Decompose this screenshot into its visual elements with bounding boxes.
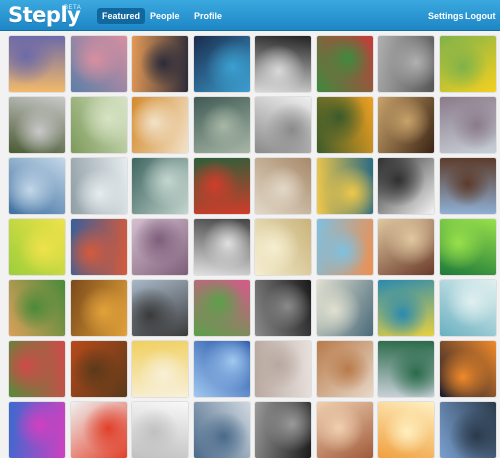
photo-thumbnail[interactable] [378, 97, 434, 153]
photo-thumbnail[interactable] [132, 402, 188, 458]
photo-thumbnail[interactable] [378, 402, 434, 458]
nav-featured[interactable]: Featured [97, 8, 146, 24]
photo-thumbnail[interactable] [378, 158, 434, 214]
photo-thumbnail[interactable] [9, 219, 65, 275]
photo-thumbnail[interactable] [132, 341, 188, 397]
photo-thumbnail[interactable] [255, 341, 311, 397]
photo-thumbnail[interactable] [9, 280, 65, 336]
photo-thumbnail[interactable] [317, 97, 373, 153]
photo-thumbnail[interactable] [132, 158, 188, 214]
photo-thumbnail[interactable] [255, 219, 311, 275]
photo-thumbnail[interactable] [255, 97, 311, 153]
nav-settings[interactable]: Settings [428, 9, 464, 23]
photo-thumbnail[interactable] [71, 219, 127, 275]
photo-thumbnail[interactable] [194, 219, 250, 275]
photo-thumbnail[interactable] [378, 219, 434, 275]
beta-badge: BETA [64, 5, 82, 11]
photo-thumbnail[interactable] [255, 402, 311, 458]
photo-thumbnail[interactable] [378, 280, 434, 336]
photo-thumbnail[interactable] [71, 36, 127, 92]
photo-thumbnail[interactable] [440, 158, 496, 214]
photo-thumbnail[interactable] [132, 36, 188, 92]
nav-logout[interactable]: Logout [465, 9, 496, 23]
photo-thumbnail[interactable] [317, 402, 373, 458]
photo-thumbnail[interactable] [440, 402, 496, 458]
photo-thumbnail[interactable] [194, 97, 250, 153]
photo-thumbnail[interactable] [317, 280, 373, 336]
photo-thumbnail[interactable] [317, 36, 373, 92]
photo-thumbnail[interactable] [71, 97, 127, 153]
photo-thumbnail[interactable] [9, 36, 65, 92]
photo-thumbnail[interactable] [132, 219, 188, 275]
photo-thumbnail[interactable] [132, 97, 188, 153]
nav-profile[interactable]: Profile [194, 9, 222, 23]
photo-thumbnail[interactable] [71, 402, 127, 458]
photo-thumbnail[interactable] [194, 158, 250, 214]
photo-thumbnail[interactable] [9, 402, 65, 458]
photo-thumbnail[interactable] [71, 341, 127, 397]
photo-thumbnail[interactable] [9, 341, 65, 397]
photo-thumbnail[interactable] [317, 158, 373, 214]
photo-thumbnail[interactable] [71, 158, 127, 214]
photo-thumbnail[interactable] [255, 158, 311, 214]
photo-thumbnail[interactable] [440, 36, 496, 92]
photo-thumbnail[interactable] [317, 219, 373, 275]
photo-thumbnail[interactable] [71, 280, 127, 336]
photo-thumbnail[interactable] [378, 36, 434, 92]
photo-thumbnail[interactable] [194, 36, 250, 92]
photo-thumbnail[interactable] [194, 341, 250, 397]
photo-thumbnail[interactable] [194, 280, 250, 336]
nav-people[interactable]: People [150, 9, 180, 23]
photo-thumbnail[interactable] [440, 219, 496, 275]
photo-thumbnail[interactable] [317, 341, 373, 397]
photo-thumbnail[interactable] [9, 158, 65, 214]
photo-thumbnail[interactable] [132, 280, 188, 336]
photo-thumbnail[interactable] [440, 341, 496, 397]
photo-thumbnail[interactable] [378, 341, 434, 397]
photo-thumbnail[interactable] [440, 97, 496, 153]
photo-thumbnail[interactable] [9, 97, 65, 153]
photo-thumbnail[interactable] [255, 280, 311, 336]
photo-thumbnail[interactable] [255, 36, 311, 92]
photo-thumbnail[interactable] [194, 402, 250, 458]
top-navigation-bar: Steply BETA Featured People Profile Sett… [0, 0, 500, 31]
photo-thumbnail[interactable] [440, 280, 496, 336]
